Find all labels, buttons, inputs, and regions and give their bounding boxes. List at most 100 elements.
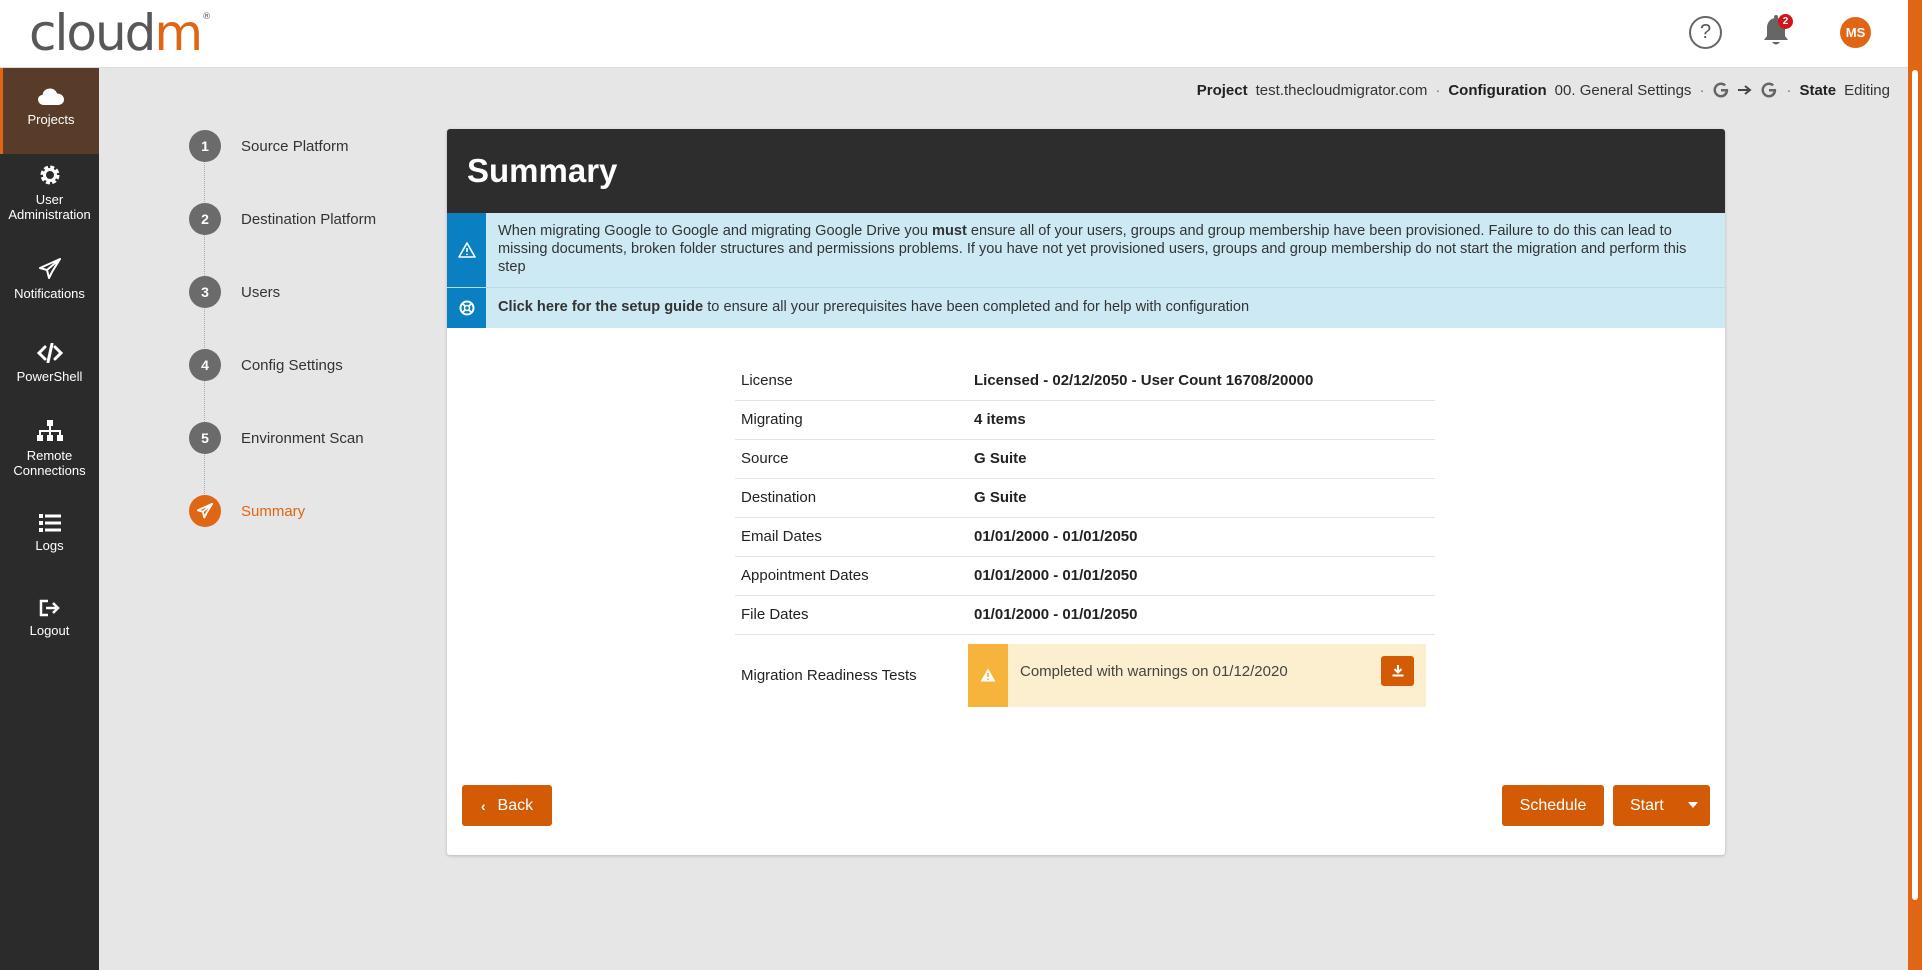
paper-plane-icon bbox=[38, 258, 61, 279]
step-label: Destination Platform bbox=[241, 210, 377, 228]
step-label: Config Settings bbox=[241, 356, 343, 374]
sidebar-item-label: User bbox=[35, 192, 64, 207]
row-key: Destination bbox=[735, 478, 968, 518]
step-label: Environment Scan bbox=[241, 429, 364, 447]
gear-icon bbox=[40, 165, 59, 185]
schedule-button-label: Schedule bbox=[1519, 796, 1587, 814]
cloudm-logo[interactable]: cloud m ® bbox=[29, 4, 211, 64]
cloud-icon bbox=[38, 88, 64, 105]
table-row: Source G Suite bbox=[735, 439, 1435, 479]
setup-guide-text-part: to ensure all your prerequisites have be… bbox=[703, 299, 1250, 315]
chevron-left-icon: ‹ bbox=[480, 797, 486, 814]
sidebar-item-logout[interactable]: Logout bbox=[0, 599, 99, 649]
download-report-button[interactable] bbox=[1381, 655, 1414, 686]
code-icon bbox=[36, 343, 63, 363]
sidebar-item-label: Projects bbox=[27, 112, 75, 127]
schedule-button[interactable]: Schedule bbox=[1502, 785, 1604, 826]
row-key: Migrating bbox=[735, 400, 968, 440]
page-scrollbar-thumb[interactable] bbox=[1912, 70, 1918, 900]
summary-table: License Licensed - 02/12/2050 - User Coun… bbox=[735, 361, 1435, 716]
breadcrumb-separator: · bbox=[1435, 81, 1441, 99]
breadcrumb-separator: · bbox=[1786, 81, 1792, 99]
row-key: Appointment Dates bbox=[735, 556, 968, 596]
start-dropdown-button[interactable]: Start bbox=[1613, 785, 1710, 826]
notification-count-badge: 2 bbox=[1778, 14, 1793, 29]
warning-text-part: When migrating Google to Google and migr… bbox=[498, 223, 932, 239]
step-users[interactable]: 3 Users bbox=[189, 276, 280, 308]
card-title: Summary bbox=[447, 129, 1725, 213]
row-value: 01/01/2000 - 01/01/2050 bbox=[968, 517, 1435, 557]
sidebar-item-powershell[interactable]: PowerShell bbox=[0, 343, 99, 393]
configuration-label: Configuration bbox=[1448, 81, 1547, 99]
logo-text-cloud: cloud bbox=[29, 4, 156, 62]
step-number: 4 bbox=[189, 349, 221, 381]
sidebar-item-projects[interactable]: Projects bbox=[0, 68, 99, 154]
back-button[interactable]: ‹ Back bbox=[462, 785, 552, 826]
sidebar-item-label: Remote bbox=[26, 448, 73, 463]
step-number: 2 bbox=[189, 203, 221, 235]
breadcrumb: Project test.thecloudmigrator.com · Conf… bbox=[1197, 81, 1890, 99]
sitemap-icon bbox=[36, 420, 63, 441]
setup-guide-link[interactable]: Click here for the setup guide bbox=[498, 299, 703, 315]
user-avatar[interactable]: MS bbox=[1840, 17, 1871, 48]
table-row: Destination G Suite bbox=[735, 478, 1435, 518]
row-key: License bbox=[735, 361, 968, 401]
logo-text-m: m bbox=[154, 4, 203, 62]
app-root: cloud m ® ? 2 MS Projects User Administrat… bbox=[0, 0, 1922, 970]
row-value: 01/01/2000 - 01/01/2050 bbox=[968, 595, 1435, 635]
row-key: Email Dates bbox=[735, 517, 968, 557]
breadcrumb-separator: · bbox=[1699, 81, 1705, 99]
state-label: State bbox=[1799, 81, 1837, 99]
step-environment-scan[interactable]: 5 Environment Scan bbox=[189, 422, 364, 454]
table-row: License Licensed - 02/12/2050 - User Coun… bbox=[735, 361, 1435, 401]
row-value: G Suite bbox=[968, 478, 1435, 518]
sidebar-item-label: Administration bbox=[8, 207, 91, 222]
row-key: Source bbox=[735, 439, 968, 479]
support-icon-box bbox=[447, 288, 486, 328]
table-row: Migrating 4 items bbox=[735, 400, 1435, 440]
summary-card: Summary When migrating Google to Google … bbox=[447, 129, 1725, 855]
step-destination-platform[interactable]: 2 Destination Platform bbox=[189, 203, 376, 235]
step-number: 1 bbox=[189, 130, 221, 162]
google-destination-icon bbox=[1761, 82, 1777, 98]
step-label: Summary bbox=[241, 502, 306, 520]
sidebar-item-label: Connections bbox=[13, 463, 86, 478]
row-value: G Suite bbox=[968, 439, 1435, 479]
warning-triangle-icon bbox=[980, 668, 996, 682]
sidebar-item-notifications[interactable]: Notifications bbox=[0, 258, 99, 308]
list-icon bbox=[38, 514, 61, 532]
row-value: Licensed - 02/12/2050 - User Count 16708… bbox=[968, 361, 1435, 401]
sign-out-icon bbox=[39, 599, 60, 617]
sidebar-item-user-administration[interactable]: User Administration bbox=[0, 164, 99, 234]
project-label: Project bbox=[1196, 81, 1248, 99]
configuration-value[interactable]: 00. General Settings bbox=[1555, 82, 1692, 99]
sidebar-item-label: PowerShell bbox=[16, 369, 83, 384]
readiness-warning-box bbox=[968, 643, 1008, 707]
sidebar-item-logs[interactable]: Logs bbox=[0, 514, 99, 564]
readiness-status-box: Completed with warnings on 01/12/2020 bbox=[968, 643, 1426, 707]
start-button-label: Start bbox=[1630, 796, 1664, 814]
project-value[interactable]: test.thecloudmigrator.com bbox=[1256, 82, 1428, 99]
row-key: Migration Readiness Tests bbox=[741, 666, 917, 684]
sidebar-item-remote-connections[interactable]: Remote Connections bbox=[0, 420, 99, 490]
table-row: Email Dates 01/01/2000 - 01/01/2050 bbox=[735, 517, 1435, 557]
setup-guide-banner: Click here for the setup guide to ensure… bbox=[447, 288, 1725, 328]
back-button-label: Back bbox=[497, 796, 534, 814]
step-source-platform[interactable]: 1 Source Platform bbox=[189, 130, 349, 162]
google-provisioning-warning: When migrating Google to Google and migr… bbox=[447, 213, 1725, 288]
warning-text-bold: must bbox=[932, 223, 967, 239]
question-circle-icon: ? bbox=[1699, 21, 1712, 43]
step-label: Source Platform bbox=[241, 137, 349, 155]
download-icon bbox=[1392, 665, 1403, 677]
setup-guide-text: Click here for the setup guide to ensure… bbox=[486, 288, 1261, 328]
row-value: 01/01/2000 - 01/01/2050 bbox=[968, 556, 1435, 596]
warning-icon-box bbox=[447, 213, 486, 287]
state-value: Editing bbox=[1844, 81, 1890, 99]
step-config-settings[interactable]: 4 Config Settings bbox=[189, 349, 343, 381]
readiness-row: Migration Readiness Tests Completed with… bbox=[735, 634, 1435, 716]
readiness-cell: Completed with warnings on 01/12/2020 bbox=[968, 634, 1435, 716]
life-ring-icon bbox=[459, 300, 474, 316]
step-summary[interactable]: Summary bbox=[189, 495, 305, 527]
sidebar: Projects User Administration Notificatio… bbox=[0, 68, 99, 970]
help-button[interactable]: ? bbox=[1689, 16, 1722, 49]
